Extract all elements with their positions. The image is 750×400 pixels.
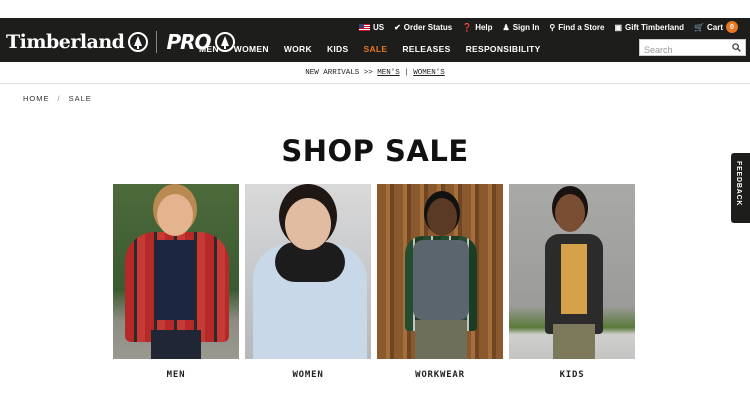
find-store-label: Find a Store xyxy=(558,22,605,32)
main-nav: MEN WOMEN WORK KIDS SALE RELEASES RESPON… xyxy=(199,44,556,54)
promo-separator: | xyxy=(404,69,409,77)
category-tiles: MEN WOMEN WORKWEAR KIDS xyxy=(113,184,635,380)
logo-wordmark: Timberland xyxy=(6,31,125,53)
nav-releases[interactable]: RELEASES xyxy=(402,44,450,54)
find-store-link[interactable]: ⚲ Find a Store xyxy=(549,23,604,32)
pants-shape xyxy=(151,330,201,359)
model-head-shape xyxy=(285,198,331,250)
cart-icon: 🛒 xyxy=(694,22,704,32)
model-head-shape xyxy=(157,194,193,236)
country-selector[interactable]: US xyxy=(358,22,385,32)
nav-responsibility[interactable]: RESPONSIBILITY xyxy=(466,44,541,54)
breadcrumb: HOME / SALE xyxy=(23,94,92,103)
category-label-men: MEN xyxy=(166,370,186,380)
country-label: US xyxy=(372,22,385,32)
feedback-label: FEEDBACK xyxy=(735,161,742,207)
location-pin-icon: ⚲ xyxy=(549,22,556,32)
utility-bar: US ✔ Order Status ❓ Help ♟ Sign In ⚲ Fin… xyxy=(358,20,750,34)
help-icon: ❓ xyxy=(462,22,473,32)
promo-mens-link[interactable]: MEN'S xyxy=(377,69,400,77)
help-link[interactable]: ❓ Help xyxy=(462,23,492,32)
women-category-photo xyxy=(245,184,371,359)
gift-icon: ▣ xyxy=(614,22,623,32)
breadcrumb-home[interactable]: HOME xyxy=(23,94,50,103)
feedback-tab[interactable]: FEEDBACK xyxy=(731,153,750,223)
nav-kids[interactable]: KIDS xyxy=(327,44,349,54)
search-input[interactable] xyxy=(640,42,728,58)
search-box xyxy=(639,39,746,58)
nav-work[interactable]: WORK xyxy=(284,44,312,54)
workwear-category-photo xyxy=(377,184,503,359)
cart-count-badge: 0 xyxy=(726,21,738,33)
category-tile-men[interactable]: MEN xyxy=(113,184,239,380)
sign-in-label: Sign In xyxy=(512,22,540,32)
tool-belt-shape xyxy=(415,320,467,359)
category-label-workwear: WORKWEAR xyxy=(415,370,465,380)
page-title: SHOP SALE xyxy=(281,134,469,168)
model-head-shape xyxy=(555,194,585,232)
checkmark-icon: ✔ xyxy=(394,22,401,32)
cart-link[interactable]: 🛒 Cart 0 xyxy=(694,21,740,33)
category-tile-kids[interactable]: KIDS xyxy=(509,184,635,380)
category-tile-women[interactable]: WOMEN xyxy=(245,184,371,380)
breadcrumb-current: SALE xyxy=(68,94,92,103)
nav-men[interactable]: MEN xyxy=(199,44,219,54)
help-label: Help xyxy=(475,22,493,32)
gift-label: Gift Timberland xyxy=(625,22,685,32)
sign-in-link[interactable]: ♟ Sign In xyxy=(503,23,540,32)
top-strip xyxy=(0,0,750,18)
cart-label: Cart xyxy=(706,22,723,32)
model-head-shape xyxy=(427,198,457,236)
search-icon[interactable] xyxy=(732,43,741,52)
nav-sale[interactable]: SALE xyxy=(363,44,387,54)
promo-womens-link[interactable]: WOMEN'S xyxy=(413,69,445,77)
us-flag-icon xyxy=(358,23,370,31)
pants-shape xyxy=(553,324,595,359)
tree-logo-icon xyxy=(128,32,149,52)
category-tile-workwear[interactable]: WORKWEAR xyxy=(377,184,503,380)
kids-category-photo xyxy=(509,184,635,359)
site-header: Timberland PRO US ✔ Order Status ❓ Help … xyxy=(0,18,750,62)
gift-link[interactable]: ▣ Gift Timberland xyxy=(614,23,684,32)
shirt-shape xyxy=(155,240,195,320)
logo-divider xyxy=(156,31,158,53)
user-icon: ♟ xyxy=(502,22,510,32)
tee-shape xyxy=(561,244,587,314)
work-vest-shape xyxy=(413,240,469,320)
category-label-kids: KIDS xyxy=(559,370,585,380)
order-status-link[interactable]: ✔ Order Status xyxy=(394,23,452,32)
nav-women[interactable]: WOMEN xyxy=(234,44,269,54)
promo-bar: NEW ARRIVALS >> MEN'S | WOMEN'S xyxy=(0,62,750,84)
order-status-label: Order Status xyxy=(403,22,453,32)
breadcrumb-separator: / xyxy=(57,94,61,103)
men-category-photo xyxy=(113,184,239,359)
category-label-women: WOMEN xyxy=(292,370,324,380)
promo-prefix: NEW ARRIVALS >> xyxy=(305,69,373,77)
